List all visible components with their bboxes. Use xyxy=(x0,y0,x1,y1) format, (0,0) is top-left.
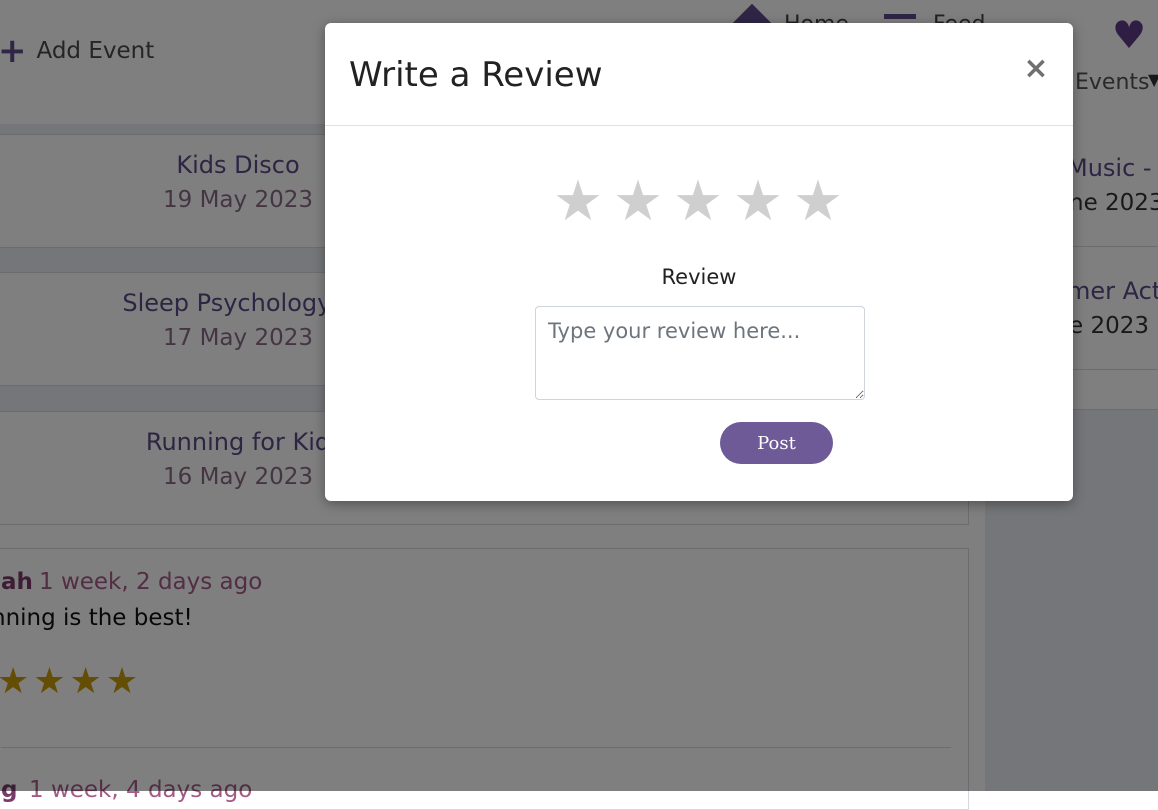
write-review-modal: Write a Review × ★ ★ ★ ★ ★ Review Post xyxy=(325,23,1073,501)
modal-title: Write a Review xyxy=(349,55,603,95)
close-icon[interactable]: × xyxy=(1021,51,1051,87)
star-icon[interactable]: ★ xyxy=(671,173,725,231)
star-icon[interactable]: ★ xyxy=(551,173,605,231)
star-icon[interactable]: ★ xyxy=(731,173,785,231)
star-rating-input[interactable]: ★ ★ ★ ★ ★ xyxy=(551,173,845,231)
review-textarea[interactable] xyxy=(535,306,865,400)
post-button[interactable]: Post xyxy=(720,422,833,464)
star-icon[interactable]: ★ xyxy=(611,173,665,231)
modal-header: Write a Review × xyxy=(325,23,1073,126)
star-icon[interactable]: ★ xyxy=(791,173,845,231)
review-label: Review xyxy=(661,265,737,289)
